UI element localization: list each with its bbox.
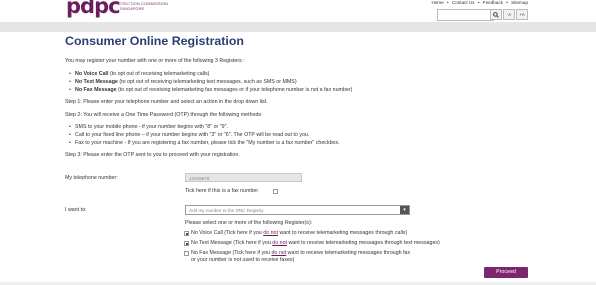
search-input[interactable]: [437, 9, 494, 21]
step-2-text: Step 2: You will receive a One Time Pass…: [65, 112, 263, 118]
do-not-link[interactable]: do not: [263, 230, 278, 236]
no-text-message-checkbox[interactable]: [184, 241, 189, 246]
register-item: No Text Message (to opt out of receiving…: [69, 79, 297, 86]
register-select-prompt: Please select one or more of the followi…: [185, 220, 313, 226]
proceed-button[interactable]: Proceed: [484, 267, 528, 278]
no-voice-call-checkbox[interactable]: [184, 231, 189, 236]
do-not-link[interactable]: do not: [271, 250, 286, 256]
no-fax-message-checkbox[interactable]: [184, 251, 189, 256]
header-band: [0, 22, 596, 32]
top-nav: Home • Contact Us • Feedback • Sitemap: [431, 0, 528, 5]
search-button[interactable]: [490, 9, 502, 20]
otp-method-item: SMS to your mobile phone - if your numbe…: [69, 124, 228, 131]
phone-input[interactable]: 12345678: [185, 173, 302, 182]
page: pdpc PROTECTION COMMISSION SINGAPORE Hom…: [0, 0, 596, 285]
font-decrease-button[interactable]: -A: [503, 9, 515, 20]
step-1-text: Step 1: Please enter your telephone numb…: [65, 99, 268, 105]
nav-contact-us[interactable]: Contact Us: [452, 0, 475, 5]
logo[interactable]: pdpc: [66, 0, 121, 18]
logo-subtitle: PROTECTION COMMISSION SINGAPORE: [113, 2, 169, 11]
fax-checkbox[interactable]: [273, 189, 278, 194]
register-item: No Fax Message (to opt out of receiving …: [69, 87, 352, 94]
nav-feedback[interactable]: Feedback: [483, 0, 503, 5]
nav-home[interactable]: Home: [431, 0, 443, 5]
no-voice-call-option: No Voice Call (Tick here if you do not w…: [191, 230, 408, 236]
otp-method-item: Call to your fixed line phone – if your …: [69, 132, 309, 139]
intro-text: You may register your number with one or…: [65, 58, 245, 64]
phone-label: My telephone number:: [65, 175, 118, 181]
do-not-link[interactable]: do not: [272, 240, 287, 246]
register-item: No Voice Call (to opt out of receiving t…: [69, 71, 209, 78]
otp-method-item: Fax to your machine - If you are registe…: [69, 140, 340, 147]
page-title: Consumer Online Registration: [65, 34, 244, 48]
want-label: I want to:: [65, 207, 87, 213]
step-3-text: Step 3: Please enter the OTP sent to you…: [65, 152, 240, 158]
no-text-message-option: No Text Message (Tick here if you do not…: [191, 240, 440, 246]
chevron-down-icon[interactable]: ▾: [400, 206, 409, 214]
fax-checkbox-label: Tick here if this is a fax number: [185, 188, 259, 194]
site-header: pdpc PROTECTION COMMISSION SINGAPORE Hom…: [0, 0, 596, 22]
nav-sitemap[interactable]: Sitemap: [511, 0, 528, 5]
no-fax-message-option: No Fax Message (Tick here if you do not …: [191, 250, 411, 256]
no-fax-message-option-cont: or your number is not used to receive fa…: [191, 257, 295, 263]
font-increase-button[interactable]: +A: [516, 9, 528, 20]
search-icon: [493, 11, 499, 18]
action-select[interactable]: Add my number to the DNC Registry: [185, 205, 410, 215]
